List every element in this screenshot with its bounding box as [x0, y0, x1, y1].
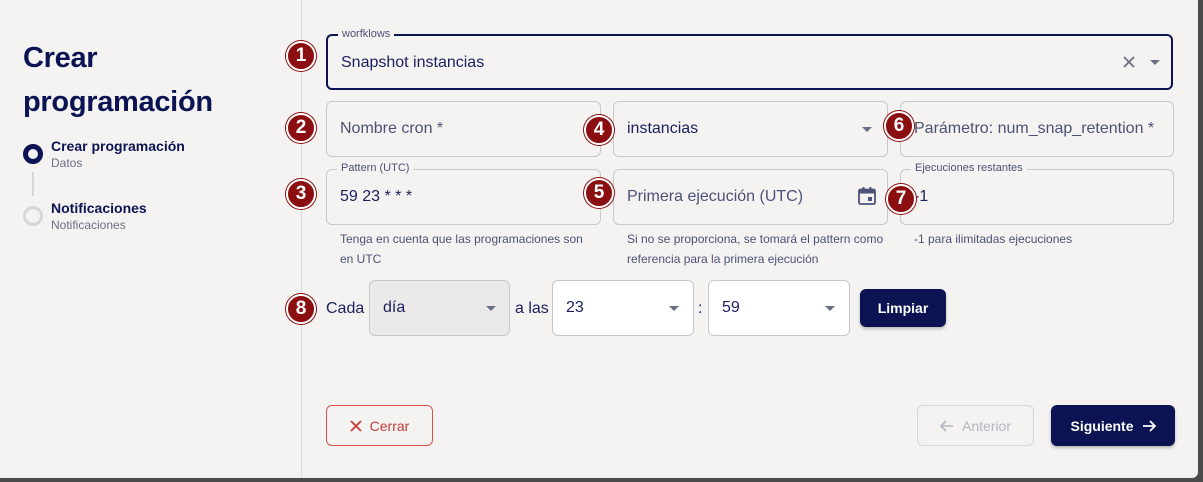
instancias-value: instancias — [627, 120, 699, 137]
arrow-left-icon — [939, 419, 953, 432]
arrow-right-icon — [1142, 419, 1156, 432]
ejecuciones-restantes-field[interactable]: Ejecuciones restantes -1 — [900, 162, 1174, 225]
step-inactive-indicator — [23, 206, 43, 226]
badge-5: 5 — [584, 178, 614, 208]
page-title: Crear programación — [23, 42, 213, 118]
cerrar-label: Cerrar — [369, 417, 410, 434]
chevron-down-icon[interactable] — [1150, 60, 1160, 65]
anterior-button[interactable]: Anterior — [917, 405, 1034, 446]
workflows-value: Snapshot instancias — [341, 54, 485, 71]
step-label: Crear programación — [51, 138, 185, 154]
workflows-select[interactable]: worfklows Snapshot instancias — [326, 28, 1173, 90]
cerrar-button[interactable]: Cerrar — [326, 405, 433, 446]
primera-ejecucion-helper: Si no se proporciona, se tomará el patte… — [627, 232, 884, 266]
ejecuciones-legend: Ejecuciones restantes — [911, 162, 1027, 174]
step-connector — [32, 172, 34, 196]
minuto-value: 59 — [722, 299, 740, 316]
close-icon — [350, 419, 362, 432]
pattern-helper: Tenga en cuenta que las programaciones s… — [340, 232, 583, 266]
badge-6: 6 — [884, 111, 914, 141]
pattern-legend: Pattern (UTC) — [337, 162, 414, 174]
frecuencia-select[interactable]: día — [369, 280, 510, 336]
create-schedule-dialog: Crear programación Crear programación Da… — [0, 0, 1198, 478]
minuto-select[interactable]: 59 — [708, 280, 850, 336]
nombre-cron-placeholder: Nombre cron * — [340, 120, 444, 137]
stepper-sidebar: Crear programación Crear programación Da… — [0, 0, 302, 478]
limpiar-button[interactable]: Limpiar — [860, 289, 946, 327]
ejecuciones-helper: -1 para ilimitadas ejecuciones — [914, 232, 1073, 246]
clear-icon[interactable] — [1122, 55, 1136, 69]
step-sub: Datos — [51, 156, 83, 170]
chevron-down-icon[interactable] — [862, 127, 872, 132]
anterior-label: Anterior — [961, 417, 1012, 434]
chevron-down-icon[interactable] — [486, 306, 496, 311]
badge-4: 4 — [584, 115, 614, 145]
parametro-placeholder: Parámetro: num_snap_retention * — [914, 120, 1155, 137]
badge-2: 2 — [286, 113, 316, 143]
badge-7: 7 — [886, 184, 916, 214]
nombre-cron-field[interactable]: Nombre cron * — [326, 101, 601, 157]
frecuencia-value: día — [383, 299, 406, 316]
primera-ejecucion-placeholder: Primera ejecución (UTC) — [627, 188, 804, 205]
badge-1: 1 — [286, 41, 316, 71]
time-separator: : — [698, 300, 703, 317]
siguiente-button[interactable]: Siguiente — [1051, 405, 1175, 446]
badge-3: 3 — [286, 179, 316, 209]
hora-value: 23 — [566, 299, 584, 316]
chevron-down-icon[interactable] — [825, 306, 835, 311]
chevron-down-icon[interactable] — [669, 306, 679, 311]
hora-select[interactable]: 23 — [552, 280, 694, 336]
step-label: Notificaciones — [51, 200, 147, 216]
primera-ejecucion-field[interactable]: Primera ejecución (UTC) — [613, 169, 888, 225]
instancias-select[interactable]: instancias — [613, 101, 888, 157]
workflows-legend: worfklows — [338, 28, 395, 40]
pattern-value: 59 23 * * * — [340, 188, 413, 205]
limpiar-label: Limpiar — [877, 300, 929, 316]
ejecuciones-value: -1 — [914, 188, 929, 205]
badge-8: 8 — [286, 294, 316, 324]
cada-label: Cada — [326, 300, 365, 317]
pattern-field[interactable]: Pattern (UTC) 59 23 * * * — [326, 162, 601, 225]
parametro-field[interactable]: Parámetro: num_snap_retention * — [900, 101, 1174, 157]
step-active-indicator — [23, 144, 43, 164]
siguiente-label: Siguiente — [1070, 417, 1134, 434]
step-sub: Notificaciones — [51, 218, 126, 232]
a-las-label: a las — [515, 300, 549, 317]
calendar-icon[interactable] — [857, 186, 877, 206]
